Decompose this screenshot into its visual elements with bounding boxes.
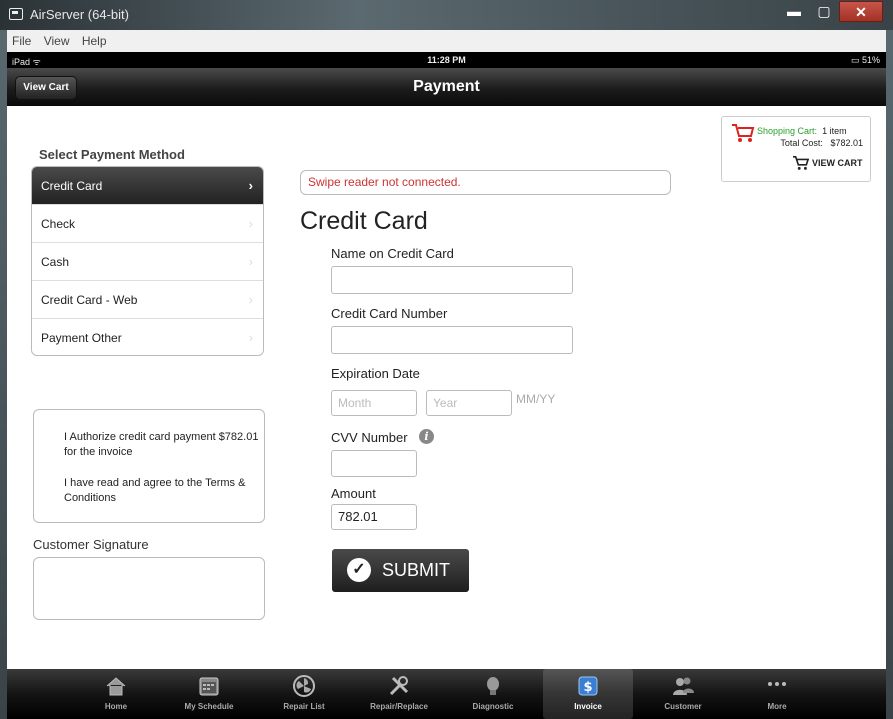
fan-icon (293, 675, 315, 697)
payment-method-credit-card[interactable]: Credit Card › (32, 167, 263, 205)
lightbulb-icon (487, 677, 499, 695)
payment-method-credit-card-web[interactable]: Credit Card - Web › (32, 281, 263, 319)
title-bar: AirServer (64-bit) ▬ ▢ ✕ (0, 0, 893, 30)
tab-label: More (767, 702, 787, 711)
expiration-date-label: Expiration Date (331, 366, 420, 381)
chevron-right-icon: › (248, 178, 253, 193)
credit-card-heading: Credit Card (300, 207, 428, 235)
home-icon (106, 677, 126, 696)
payment-method-label: Check (41, 217, 76, 231)
tab-label: My Schedule (184, 702, 234, 711)
payment-method-heading: Select Payment Method (39, 147, 185, 162)
tab-my-schedule[interactable]: My Schedule (164, 669, 254, 719)
tab-label: Repair/Replace (370, 702, 428, 711)
payment-method-label: Cash (41, 255, 70, 269)
authorization-text: I Authorize credit card payment $782.01 … (64, 431, 259, 458)
submit-button[interactable]: ✓ SUBMIT (332, 549, 469, 592)
cvv-input[interactable] (331, 450, 417, 477)
battery-status: ▭ 51% (850, 55, 880, 65)
expiry-year-input[interactable]: Year (426, 390, 512, 416)
ipad-screen: iPad ᯤ 11:28 PM ▭ 51% View Cart Payment … (7, 52, 886, 719)
cart-item-count: 1 item (822, 126, 847, 136)
cart-count-line: Shopping Cart: 1 item (757, 126, 847, 136)
checkmark-icon: ✓ (347, 558, 371, 582)
cart-view-cart-link[interactable]: VIEW CART (792, 153, 872, 173)
customer-signature-label: Customer Signature (33, 537, 149, 552)
payment-method-label: Payment Other (41, 331, 122, 345)
expiry-format-hint: MM/YY (516, 392, 556, 406)
card-number-input[interactable] (331, 326, 573, 354)
tab-customer[interactable]: Customer (638, 669, 728, 719)
menu-view[interactable]: View (44, 34, 70, 48)
payment-method-list: Credit Card › Check › Cash › Credit Card - Web… (31, 166, 264, 356)
chevron-right-icon: › (248, 292, 253, 307)
payment-method-check[interactable]: Check › (32, 205, 263, 243)
tab-repair-replace[interactable]: Repair/Replace (354, 669, 444, 719)
page-title: Payment (413, 78, 480, 95)
window-title: AirServer (64-bit) (30, 7, 129, 22)
submit-label: SUBMIT (382, 560, 451, 580)
tab-diagnostic[interactable]: Diagnostic (448, 669, 538, 719)
terms-text: I have read and agree to the Terms & Con… (64, 477, 246, 504)
cart-total-line: Total Cost: $782.01 (780, 138, 863, 148)
airserver-app-icon (9, 8, 23, 20)
navigation-bar: View Cart Payment (7, 68, 886, 106)
chevron-right-icon: › (248, 254, 253, 269)
menu-bar: File View Help (7, 30, 886, 52)
tab-label: Home (104, 702, 128, 711)
amount-input[interactable]: 782.01 (331, 504, 417, 530)
ios-status-bar: iPad ᯤ 11:28 PM ▭ 51% (7, 52, 886, 68)
cart-total-label: Total Cost: (780, 138, 823, 148)
view-cart-label: VIEW CART (812, 158, 863, 168)
tab-label: Repair List (283, 702, 325, 711)
tab-more[interactable]: More (732, 669, 822, 719)
tools-icon (389, 676, 409, 696)
payment-method-cash[interactable]: Cash › (32, 243, 263, 281)
signature-pad[interactable] (33, 557, 265, 620)
maximize-button[interactable]: ▢ (809, 1, 839, 22)
status-time: 11:28 PM (427, 55, 466, 65)
swipe-reader-error: Swipe reader not connected. (300, 170, 671, 195)
cart-total-value: $782.01 (830, 138, 863, 148)
cart-icon (793, 155, 810, 170)
menu-help[interactable]: Help (82, 34, 107, 48)
shopping-cart-summary: Shopping Cart: 1 item Total Cost: $782.0… (721, 116, 871, 182)
tab-label: Invoice (574, 702, 602, 711)
authorization-box: I Authorize credit card payment $782.01 … (33, 409, 265, 523)
tab-home[interactable]: Home (71, 669, 161, 719)
close-button[interactable]: ✕ (839, 1, 883, 22)
tab-invoice[interactable]: $ Invoice (543, 669, 633, 719)
name-on-card-label: Name on Credit Card (331, 246, 454, 261)
payment-method-label: Credit Card (41, 179, 103, 193)
people-icon (673, 677, 694, 695)
tab-repair-list[interactable]: Repair List (259, 669, 349, 719)
shopping-cart-icon (732, 124, 755, 142)
airserver-window: AirServer (64-bit) ▬ ▢ ✕ File View Help … (0, 0, 893, 719)
payment-method-payment-other[interactable]: Payment Other › (32, 319, 263, 355)
tab-label: Diagnostic (472, 702, 514, 711)
dollar-icon: $ (578, 676, 598, 696)
tab-label: Customer (664, 702, 702, 711)
cvv-label: CVV Number (331, 430, 408, 445)
menu-file[interactable]: File (12, 34, 31, 48)
info-icon[interactable]: i (419, 429, 434, 444)
card-number-label: Credit Card Number (331, 306, 448, 321)
minimize-button[interactable]: ▬ (779, 1, 809, 22)
more-dots-icon (768, 682, 786, 686)
svg-text:$: $ (583, 680, 592, 695)
expiry-month-input[interactable]: Month (331, 390, 417, 416)
bottom-tab-bar: Home My Schedule Repair List Repair/Replace… (7, 669, 886, 719)
chevron-right-icon: › (248, 330, 253, 345)
calendar-icon (199, 677, 219, 696)
amount-label: Amount (331, 486, 376, 501)
payment-method-label: Credit Card - Web (41, 293, 138, 307)
name-on-card-input[interactable] (331, 266, 573, 294)
chevron-right-icon: › (248, 216, 253, 231)
cart-label: Shopping Cart: (757, 126, 818, 136)
